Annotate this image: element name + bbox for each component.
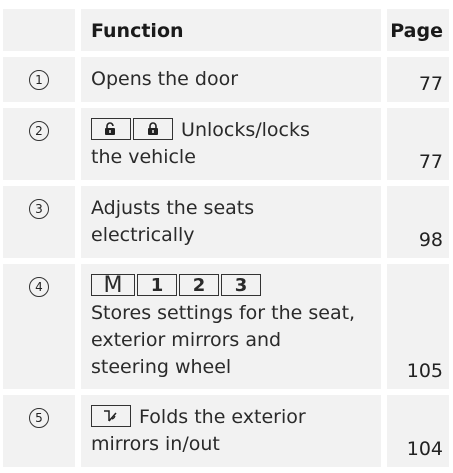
- row-number: 3: [29, 199, 49, 219]
- row-page: 104: [406, 438, 443, 460]
- row-page: 105: [406, 360, 443, 382]
- row-page: 98: [418, 229, 443, 251]
- row-function-cell: Unlocks/locks the vehicle: [81, 108, 381, 180]
- row-page: 77: [418, 73, 443, 95]
- row-number: 2: [29, 121, 49, 141]
- row-text: Adjusts the seats: [91, 197, 255, 219]
- row-text: the vehicle: [91, 146, 196, 168]
- row-number: 5: [29, 408, 49, 428]
- table-header: Function Page: [3, 9, 449, 51]
- row-number: 4: [29, 277, 49, 297]
- row-function-cell: Folds the exterior mirrors in/out: [81, 395, 381, 467]
- row-number-cell: 5: [3, 395, 75, 467]
- header-number-cell: [3, 9, 75, 51]
- memory-key-2: 2: [179, 273, 219, 296]
- row-page-cell: 104: [387, 395, 449, 467]
- memory-key-3: 3: [221, 273, 261, 296]
- row-number: 1: [29, 70, 49, 90]
- row-text: Folds the exterior: [139, 406, 306, 428]
- table-row: 4 M123 Stores settings for the seat, ext…: [3, 264, 449, 389]
- row-function-cell: Adjusts the seats electrically: [81, 186, 381, 258]
- row-text: mirrors in/out: [91, 433, 220, 455]
- memory-key-1: 1: [137, 273, 177, 296]
- memory-key-m: M: [91, 273, 135, 296]
- header-function: Function: [91, 20, 184, 42]
- row-page: 77: [418, 151, 443, 173]
- table-row: 1 Opens the door 77: [3, 57, 449, 102]
- row-number-cell: 3: [3, 186, 75, 258]
- table-row: 5 Folds the exterior mirrors in/out 104: [3, 395, 449, 467]
- header-function-cell: Function: [81, 9, 381, 51]
- row-page-cell: 77: [387, 57, 449, 102]
- row-text: exterior mirrors and: [91, 329, 282, 351]
- unlock-icon: [91, 117, 131, 140]
- row-function-cell: M123 Stores settings for the seat, exter…: [81, 264, 381, 389]
- row-number-cell: 1: [3, 57, 75, 102]
- row-page-cell: 98: [387, 186, 449, 258]
- row-number-cell: 4: [3, 264, 75, 389]
- row-function-cell: Opens the door: [81, 57, 381, 102]
- header-page-cell: Page: [387, 9, 449, 51]
- row-text: Opens the door: [91, 68, 239, 90]
- table-row: 3 Adjusts the seats electrically 98: [3, 186, 449, 258]
- mirror-fold-icon: [91, 404, 131, 427]
- row-text: Unlocks/locks: [181, 119, 310, 141]
- row-page-cell: 105: [387, 264, 449, 389]
- row-number-cell: 2: [3, 108, 75, 180]
- function-table: Function Page 1 Opens the door 77 2 Unlo…: [3, 9, 449, 473]
- table-row: 2 Unlocks/locks the vehicle 77: [3, 108, 449, 180]
- row-text: steering wheel: [91, 356, 232, 378]
- row-text: Stores settings for the seat,: [91, 302, 356, 324]
- lock-icon: [133, 117, 173, 140]
- row-text: electrically: [91, 224, 195, 246]
- header-page: Page: [390, 20, 443, 42]
- row-page-cell: 77: [387, 108, 449, 180]
